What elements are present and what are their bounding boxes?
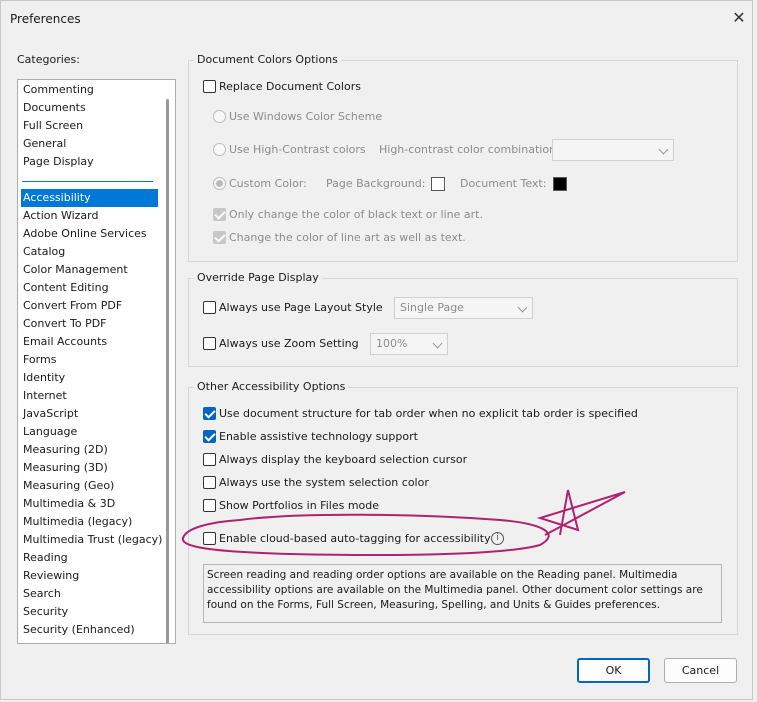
portfolios-files-mode-checkbox[interactable] [203,499,216,512]
line-art-label[interactable]: Change the color of line art as well as … [229,231,466,244]
assistive-tech-checkbox[interactable] [203,430,216,443]
category-item[interactable]: Internet [21,387,158,405]
cloud-auto-tagging-label[interactable]: Enable cloud-based auto-tagging for acce… [219,532,491,545]
category-item[interactable]: Action Wizard [21,207,158,225]
category-item[interactable]: Accessibility [21,189,158,207]
tab-order-label[interactable]: Use document structure for tab order whe… [219,407,638,420]
ok-button[interactable]: OK [577,658,650,683]
other-options-title: Other Accessibility Options [194,380,349,393]
categories-list[interactable]: Commenting Documents Full Screen General Pag… [17,79,176,644]
assistive-tech-label[interactable]: Enable assistive technology support [219,430,418,443]
only-black-label[interactable]: Only change the color of black text or l… [229,208,483,221]
document-text-label: Document Text: [460,177,547,190]
high-contrast-label[interactable]: Use High-Contrast colors [229,143,366,156]
category-item[interactable]: Email Accounts [21,333,158,351]
close-icon[interactable]: ✕ [730,9,748,27]
custom-color-label[interactable]: Custom Color: [229,177,307,190]
category-item[interactable]: Measuring (3D) [21,459,158,477]
windows-scheme-radio[interactable] [213,110,226,123]
categories-scrollbar[interactable] [163,81,175,643]
zoom-setting-label[interactable]: Always use Zoom Setting [219,337,359,350]
preferences-dialog: Preferences ✕ Categories: Commenting Docu… [0,0,753,700]
line-art-checkbox[interactable] [213,231,226,244]
replace-colors-label[interactable]: Replace Document Colors [219,80,361,93]
category-item[interactable]: Reviewing [21,567,158,585]
category-item[interactable]: Security [21,603,158,621]
page-background-swatch[interactable] [431,177,445,191]
system-selection-color-label[interactable]: Always use the system selection color [219,476,429,489]
keyboard-cursor-label[interactable]: Always display the keyboard selection cu… [219,453,467,466]
cloud-auto-tagging-checkbox[interactable] [203,532,216,545]
category-item[interactable]: Reading [21,549,158,567]
categories-separator [22,181,153,182]
chevron-down-icon [517,302,528,313]
dialog-title: Preferences [10,12,81,26]
category-item[interactable]: Adobe Online Services [21,225,158,243]
hc-combo-dropdown[interactable] [552,139,674,161]
page-layout-value: Single Page [400,301,464,314]
hc-combo-label: High-contrast color combination: [379,143,560,156]
info-icon[interactable]: i [491,532,504,545]
override-title: Override Page Display [194,271,322,284]
category-item[interactable]: Language [21,423,158,441]
system-selection-color-checkbox[interactable] [203,476,216,489]
page-background-label: Page Background: [326,177,426,190]
zoom-setting-checkbox[interactable] [203,337,216,350]
category-item[interactable]: Measuring (Geo) [21,477,158,495]
category-item[interactable]: JavaScript [21,405,158,423]
scrollbar-thumb[interactable] [166,99,169,643]
portfolios-files-mode-label[interactable]: Show Portfolios in Files mode [219,499,379,512]
zoom-dropdown[interactable]: 100% [370,333,448,355]
page-layout-checkbox[interactable] [203,301,216,314]
category-item[interactable]: Forms [21,351,158,369]
chevron-down-icon [658,144,669,155]
categories-label: Categories: [17,53,80,66]
category-item[interactable]: Content Editing [21,279,158,297]
category-item[interactable]: Multimedia (legacy) [21,513,158,531]
category-item[interactable]: Identity [21,369,158,387]
zoom-value: 100% [376,337,408,350]
category-item[interactable]: Full Screen [21,117,158,135]
category-item[interactable]: Commenting [21,81,158,99]
category-item[interactable]: Convert From PDF [21,297,158,315]
category-item[interactable]: Search [21,585,158,603]
chevron-down-icon [432,338,443,349]
category-item[interactable]: Multimedia & 3D [21,495,158,513]
category-item[interactable]: Security (Enhanced) [21,621,158,639]
category-item[interactable]: Color Management [21,261,158,279]
windows-scheme-label[interactable]: Use Windows Color Scheme [229,110,382,123]
category-item[interactable]: Catalog [21,243,158,261]
custom-color-radio[interactable] [213,177,226,190]
category-item[interactable]: General [21,135,158,153]
keyboard-cursor-checkbox[interactable] [203,453,216,466]
category-item[interactable]: Convert To PDF [21,315,158,333]
description-text: Screen reading and reading order options… [203,564,722,623]
page-layout-dropdown[interactable]: Single Page [394,297,533,319]
category-item[interactable]: Page Display [21,153,158,171]
tab-order-checkbox[interactable] [203,407,216,420]
category-item[interactable]: Documents [21,99,158,117]
document-text-swatch[interactable] [553,177,567,191]
high-contrast-radio[interactable] [213,143,226,156]
category-item[interactable]: Measuring (2D) [21,441,158,459]
doc-colors-title: Document Colors Options [194,53,341,66]
replace-colors-checkbox[interactable] [203,80,216,93]
override-group [188,278,738,367]
category-item[interactable]: Multimedia Trust (legacy) [21,531,162,549]
page-layout-label[interactable]: Always use Page Layout Style [219,301,383,314]
only-black-checkbox[interactable] [213,208,226,221]
cancel-button[interactable]: Cancel [664,658,737,683]
